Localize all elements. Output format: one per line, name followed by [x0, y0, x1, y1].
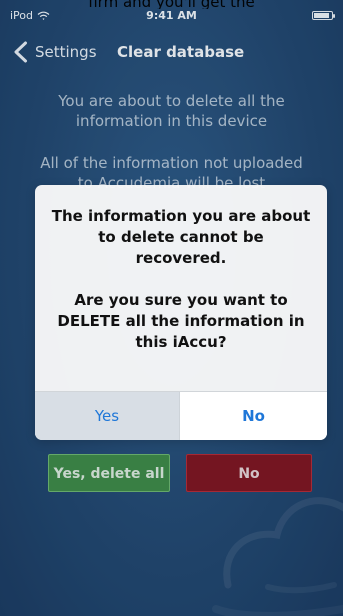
delete-confirmation-alert: The information you are about to delete … — [35, 185, 327, 440]
alert-no-button[interactable]: No — [180, 392, 327, 440]
app-screen: firm and you'll get the iPod 9:41 AM Set… — [0, 0, 343, 616]
alert-line-5: DELETE all the information in — [57, 312, 305, 330]
alert-line-2: to delete cannot be — [98, 228, 264, 246]
alert-line-4: Are you sure you want to — [74, 291, 288, 309]
alert-message-spacer — [47, 269, 315, 290]
alert-message: The information you are about to delete … — [47, 206, 315, 353]
alert-buttons: Yes No — [35, 391, 327, 440]
alert-line-3: recovered. — [135, 249, 227, 267]
alert-line-6: this iAccu? — [135, 333, 227, 351]
phone-screen: firm and you'll get the iPod 9:41 AM Set… — [0, 0, 343, 616]
alert-yes-button[interactable]: Yes — [35, 392, 180, 440]
alert-line-1: The information you are about — [51, 207, 311, 225]
